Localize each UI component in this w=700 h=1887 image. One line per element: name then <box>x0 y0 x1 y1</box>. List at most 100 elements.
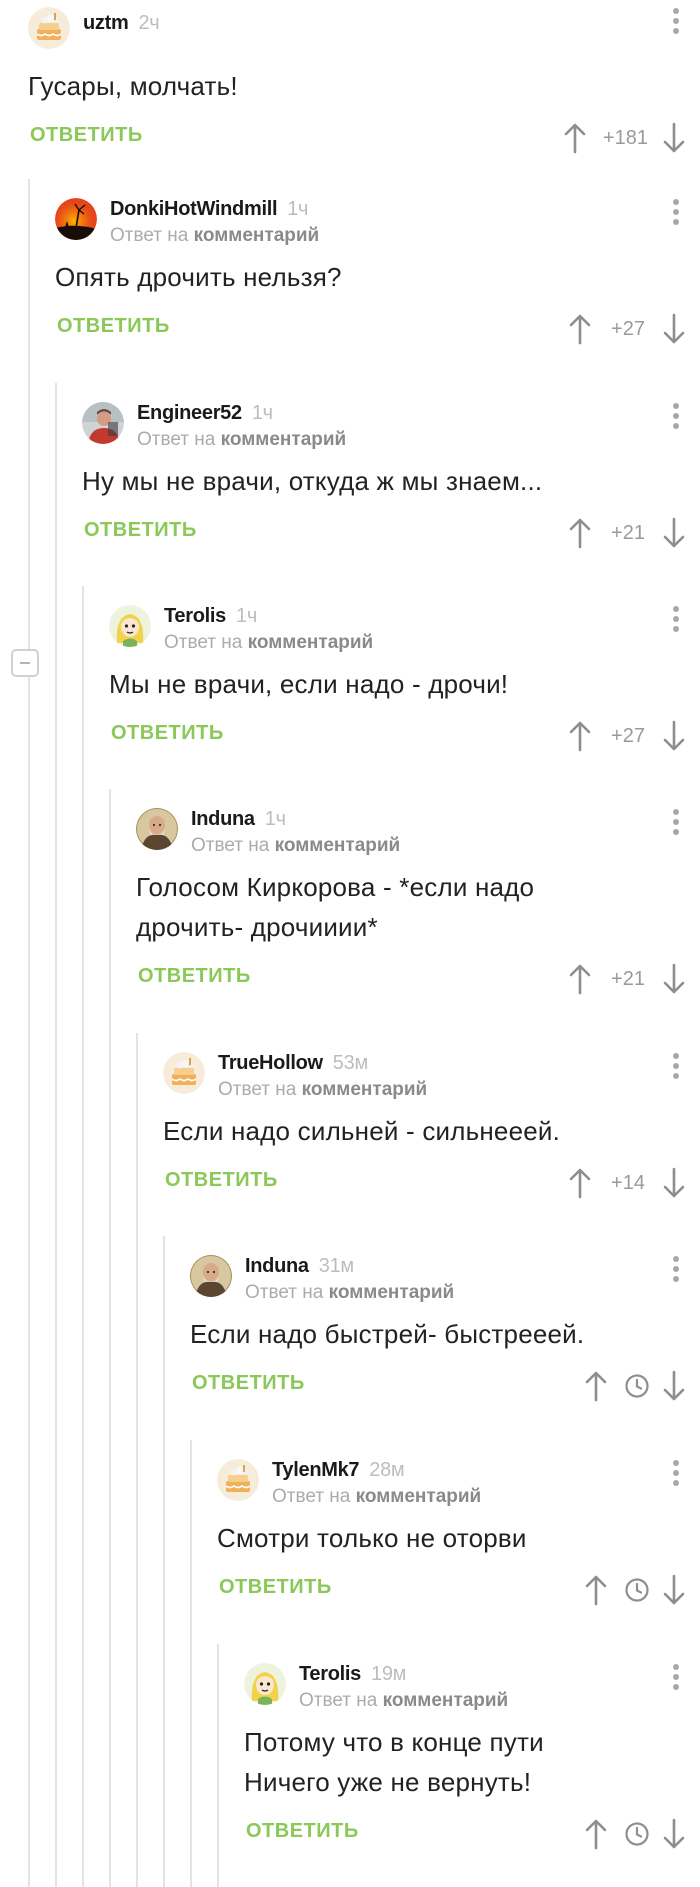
reply-to-line: Ответ на комментарий <box>218 1079 427 1101</box>
author-name-text[interactable]: uztm <box>83 12 129 34</box>
more-menu-icon[interactable] <box>672 8 680 38</box>
author-name[interactable]: Induna 1ч <box>191 808 286 831</box>
sunset-windmill-icon[interactable] <box>55 198 97 240</box>
reply-button[interactable]: ОТВЕТИТЬ <box>111 722 224 745</box>
downvote-arrow-icon[interactable] <box>662 963 686 995</box>
comment: Terolis 1ч Ответ на комментарий Мы не вра… <box>109 600 700 756</box>
downvote-arrow-icon[interactable] <box>662 122 686 154</box>
downvote-arrow-icon[interactable] <box>662 1818 686 1850</box>
reply-button[interactable]: ОТВЕТИТЬ <box>165 1169 278 1192</box>
comment-header: uztm 2ч <box>28 2 700 58</box>
upvote-arrow-icon[interactable] <box>568 313 592 345</box>
upvote-arrow-icon[interactable] <box>584 1370 608 1402</box>
author-name-text[interactable]: Induna <box>245 1255 309 1277</box>
vote-controls: +14 <box>568 1163 686 1203</box>
downvote-arrow-icon[interactable] <box>662 720 686 752</box>
more-menu-icon[interactable] <box>672 1664 680 1694</box>
author-name[interactable]: Terolis 1ч <box>164 605 257 628</box>
reply-to-comment-link[interactable]: комментарий <box>302 1079 428 1100</box>
reply-to-comment-link[interactable]: комментарий <box>329 1282 455 1303</box>
author-name-text[interactable]: Induna <box>191 808 255 830</box>
comment-time: 1ч <box>236 605 257 627</box>
upvote-arrow-icon[interactable] <box>584 1818 608 1850</box>
author-name[interactable]: TrueHollow 53м <box>218 1052 368 1075</box>
author-name[interactable]: Engineer52 1ч <box>137 402 273 425</box>
reply-button[interactable]: ОТВЕТИТЬ <box>57 315 170 338</box>
comment-text: Опять дрочить нельзя? <box>55 262 342 292</box>
downvote-arrow-icon[interactable] <box>662 1370 686 1402</box>
downvote-arrow-icon[interactable] <box>662 1167 686 1199</box>
author-name[interactable]: Terolis 19м <box>299 1663 406 1686</box>
upvote-arrow-icon[interactable] <box>568 963 592 995</box>
elder-portrait-icon[interactable] <box>190 1255 232 1297</box>
upvote-arrow-icon[interactable] <box>563 122 587 154</box>
upvote-arrow-icon[interactable] <box>584 1574 608 1606</box>
comment-time: 1ч <box>251 402 273 424</box>
upvote-arrow-icon[interactable] <box>568 517 592 549</box>
more-menu-icon[interactable] <box>672 606 680 636</box>
reply-button[interactable]: ОТВЕТИТЬ <box>192 1372 305 1395</box>
cartoon-girl-icon[interactable] <box>109 605 151 647</box>
cake-icon[interactable] <box>217 1459 259 1501</box>
more-menu-icon[interactable] <box>672 1256 680 1286</box>
elder-portrait-icon[interactable] <box>136 808 178 850</box>
thread-line <box>109 789 111 1887</box>
comment-header: TrueHollow 53м Ответ на комментарий <box>163 1047 700 1103</box>
photo-avatar-icon[interactable] <box>82 402 124 444</box>
cake-icon[interactable] <box>28 7 70 49</box>
author-name-text[interactable]: Engineer52 <box>137 402 242 424</box>
author-name-text[interactable]: TylenMk7 <box>272 1459 360 1481</box>
reply-button[interactable]: ОТВЕТИТЬ <box>219 1576 332 1599</box>
comment-text: Смотри только не оторви <box>217 1523 527 1553</box>
comment-text: Гусары, молчать! <box>28 71 238 101</box>
reply-to-comment-link[interactable]: комментарий <box>383 1690 509 1711</box>
reply-button[interactable]: ОТВЕТИТЬ <box>84 519 197 542</box>
comment: DonkiHotWindmill 1ч Ответ на комментарий … <box>55 193 700 349</box>
comment-actions: ОТВЕТИТЬ +27 <box>109 716 700 756</box>
vote-controls <box>584 1366 686 1406</box>
clock-icon <box>624 1577 650 1603</box>
rating-count: +21 <box>611 521 645 544</box>
comment: Induna 1ч Ответ на комментарий Голосом Ки… <box>136 803 700 999</box>
reply-to-comment-link[interactable]: комментарий <box>194 225 320 246</box>
comment-actions: ОТВЕТИТЬ <box>244 1814 700 1854</box>
upvote-arrow-icon[interactable] <box>568 720 592 752</box>
reply-to-comment-link[interactable]: комментарий <box>221 429 347 450</box>
author-name[interactable]: TylenMk7 28м <box>272 1459 405 1482</box>
reply-button[interactable]: ОТВЕТИТЬ <box>138 965 251 988</box>
cartoon-girl-icon[interactable] <box>244 1663 286 1705</box>
author-name[interactable]: uztm 2ч <box>83 12 160 35</box>
collapse-thread-button[interactable] <box>11 649 39 677</box>
more-menu-icon[interactable] <box>672 1053 680 1083</box>
vote-controls <box>584 1814 686 1854</box>
comment: Terolis 19м Ответ на комментарий Потому ч… <box>244 1658 700 1854</box>
author-name[interactable]: Induna 31м <box>245 1255 354 1278</box>
more-menu-icon[interactable] <box>672 809 680 839</box>
author-name-text[interactable]: Terolis <box>299 1663 361 1685</box>
vote-controls <box>584 1570 686 1610</box>
downvote-arrow-icon[interactable] <box>662 517 686 549</box>
reply-to-comment-link[interactable]: комментарий <box>356 1486 482 1507</box>
author-name[interactable]: DonkiHotWindmill 1ч <box>110 198 308 221</box>
more-menu-icon[interactable] <box>672 1460 680 1490</box>
cake-icon[interactable] <box>163 1052 205 1094</box>
more-menu-icon[interactable] <box>672 403 680 433</box>
comment-text: Голосом Киркорова - *если надо дрочить- … <box>136 872 535 942</box>
downvote-arrow-icon[interactable] <box>662 313 686 345</box>
author-name-text[interactable]: TrueHollow <box>218 1052 323 1074</box>
reply-button[interactable]: ОТВЕТИТЬ <box>30 124 143 147</box>
reply-to-line: Ответ на комментарий <box>191 835 400 857</box>
reply-to-comment-link[interactable]: комментарий <box>248 632 374 653</box>
reply-button[interactable]: ОТВЕТИТЬ <box>246 1820 359 1843</box>
vote-controls: +21 <box>568 513 686 553</box>
author-name-text[interactable]: Terolis <box>164 605 226 627</box>
downvote-arrow-icon[interactable] <box>662 1574 686 1606</box>
comment-header: Terolis 1ч Ответ на комментарий <box>109 600 700 656</box>
upvote-arrow-icon[interactable] <box>568 1167 592 1199</box>
more-menu-icon[interactable] <box>672 199 680 229</box>
author-name-text[interactable]: DonkiHotWindmill <box>110 198 278 220</box>
rating-count: +21 <box>611 967 645 990</box>
reply-to-comment-link[interactable]: комментарий <box>275 835 401 856</box>
reply-to-line: Ответ на комментарий <box>272 1486 481 1508</box>
comment-text: Если надо быстрей- быстрееей. <box>190 1319 585 1349</box>
